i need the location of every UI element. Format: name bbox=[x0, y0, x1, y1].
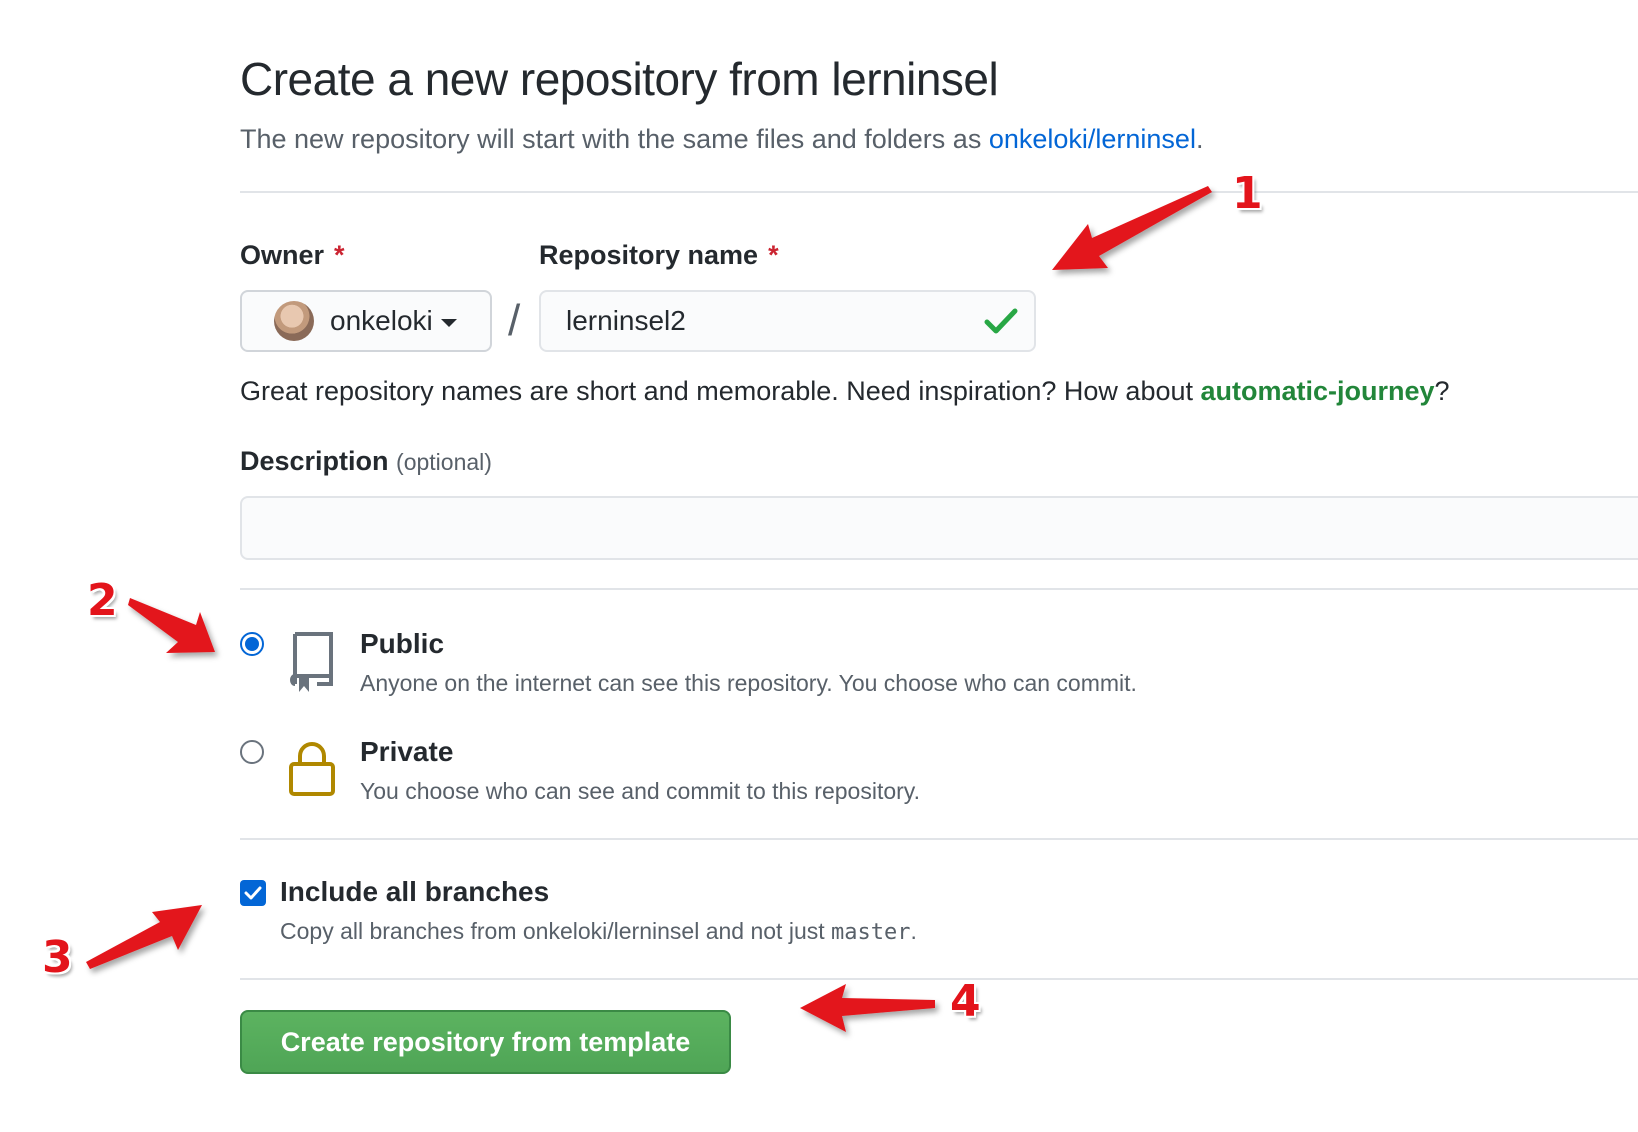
arrow-4 bbox=[800, 984, 935, 1032]
arrow-3 bbox=[86, 905, 202, 969]
arrow-2 bbox=[128, 598, 215, 653]
annotation-arrows bbox=[86, 186, 1212, 1032]
annotation-marker-1: 1 bbox=[1232, 168, 1263, 219]
page: Create a new repository from lerninsel T… bbox=[0, 0, 1638, 1132]
annotation-marker-2: 2 bbox=[87, 575, 118, 626]
annotation-marker-4: 4 bbox=[950, 976, 981, 1027]
annotation-marker-3: 3 bbox=[42, 932, 73, 983]
arrow-1 bbox=[1052, 186, 1212, 270]
